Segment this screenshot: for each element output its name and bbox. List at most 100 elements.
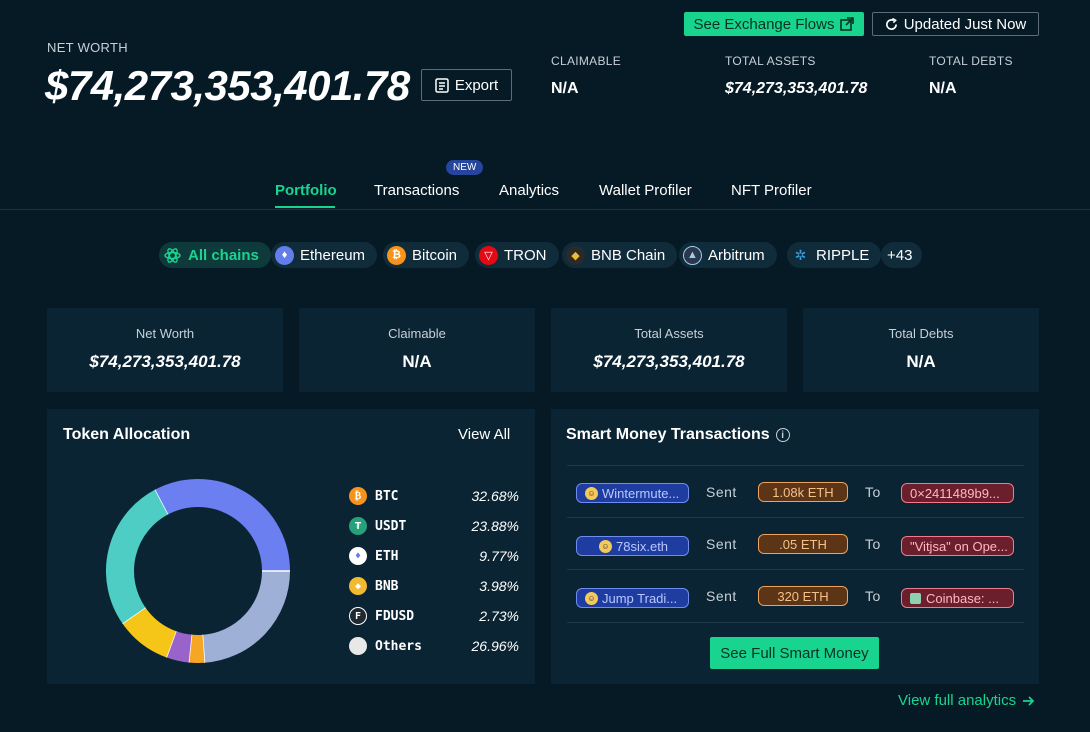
legend-label: Others	[375, 638, 422, 654]
to-entity-pill[interactable]: 0×2411489b9...	[901, 483, 1014, 503]
chain-chip-label: All chains	[188, 246, 259, 264]
stat-card-value: $74,273,353,401.78	[593, 352, 745, 371]
legend-item-usdt: ₮ USDT 23.88%	[349, 516, 519, 536]
chain-chip-all-chains[interactable]: All chains	[159, 242, 271, 268]
from-entity-pill[interactable]: ☺ Wintermute...	[576, 483, 689, 503]
chain-chip-label: TRON	[504, 246, 547, 264]
to-label: To	[865, 588, 881, 604]
info-icon[interactable]: i	[775, 428, 790, 442]
stat-card-claimable: Claimable N/A	[299, 308, 535, 392]
legend-value: 3.98%	[479, 578, 519, 594]
chain-chip-bnb-chain[interactable]: ◆ BNB Chain	[562, 242, 678, 268]
updated-label: Updated Just Now	[903, 15, 1027, 33]
from-entity-label: Jump Tradi...	[602, 590, 678, 606]
token-allocation-title: Token Allocation	[63, 426, 191, 443]
sent-label: Sent	[706, 484, 737, 500]
amount-pill[interactable]: .05 ETH	[758, 534, 848, 554]
document-icon	[435, 77, 449, 93]
stat-card-label: Total Assets	[634, 326, 704, 341]
see-exchange-flows-label: See Exchange Flows	[693, 15, 835, 33]
external-link-icon	[840, 17, 855, 31]
chain-chip-label: +43	[887, 246, 913, 264]
chain-chip-ethereum[interactable]: ♦ Ethereum	[271, 242, 378, 268]
view-full-analytics-link[interactable]: View full analytics	[898, 692, 1035, 709]
see-full-smart-money-button[interactable]: See Full Smart Money	[710, 637, 879, 669]
stat-card-value: $74,273,353,401.78	[89, 352, 241, 371]
export-button[interactable]: Export	[421, 69, 512, 101]
see-full-smart-money-label: See Full Smart Money	[720, 644, 869, 662]
smart-money-row: ☺ 78six.eth Sent .05 ETH To "Vitjsa" on O…	[567, 517, 1024, 569]
chain-chip-more[interactable]: +43	[881, 242, 923, 268]
stat-card-net-worth: Net Worth $74,273,353,401.78	[47, 308, 283, 392]
donut-slice-eth	[122, 606, 177, 658]
legend-item-others: Others 26.96%	[349, 636, 519, 656]
tab-portfolio[interactable]: Portfolio	[275, 182, 337, 199]
amount-pill[interactable]: 1.08k ETH	[758, 482, 848, 502]
donut-slice-usdt	[201, 570, 290, 663]
stat-card-label: Claimable	[388, 326, 446, 341]
tab-transactions[interactable]: Transactions	[374, 182, 459, 199]
usdt-icon: ₮	[349, 517, 367, 535]
net-worth-value: $74,273,353,401.78	[45, 62, 410, 109]
tab-wallet-profiler[interactable]: Wallet Profiler	[599, 182, 692, 199]
chain-chip-arbitrum[interactable]: ▲ Arbitrum	[679, 242, 777, 268]
others-icon	[349, 637, 367, 655]
from-entity-label: 78six.eth	[616, 538, 669, 554]
legend-item-fdusd: F FDUSD 2.73%	[349, 606, 519, 626]
stat-card-total-debts: Total Debts N/A	[803, 308, 1039, 392]
tab-nft-profiler[interactable]: NFT Profiler	[731, 182, 812, 199]
new-badge: NEW	[446, 160, 484, 175]
legend-label: BTC	[375, 488, 399, 504]
tab-analytics[interactable]: Analytics	[499, 182, 559, 199]
amount-pill[interactable]: 320 ETH	[758, 586, 848, 606]
stat-card-total-assets: Total Assets $74,273,353,401.78	[551, 308, 787, 392]
stat-card-value: N/A	[906, 352, 936, 371]
view-full-analytics-label: View full analytics	[898, 692, 1017, 709]
legend-item-eth: ♦ ETH 9.77%	[349, 546, 519, 566]
stat-card-value: N/A	[402, 352, 432, 371]
legend-value: 2.73%	[479, 608, 519, 624]
view-all-link[interactable]: View All	[458, 426, 510, 443]
ripple-icon: ✲	[794, 246, 807, 263]
from-entity-pill[interactable]: ☺ 78six.eth	[576, 536, 689, 556]
smart-money-row: ☺ Wintermute... Sent 1.08k ETH To 0×24114…	[567, 465, 1024, 517]
legend-item-bnb: ◆ BNB 3.98%	[349, 576, 519, 596]
bnb-icon: ◆	[349, 577, 367, 595]
bnb-icon: ◆	[566, 245, 585, 265]
legend-item-btc: ₿ BTC 32.68%	[349, 486, 519, 506]
chain-chip-label: Bitcoin	[412, 246, 458, 264]
to-label: To	[865, 484, 881, 500]
donut-slice-bnb	[166, 630, 192, 663]
header-stat-label: TOTAL DEBTS	[929, 54, 1013, 68]
see-exchange-flows-button[interactable]: See Exchange Flows	[684, 12, 864, 36]
to-entity-pill[interactable]: "Vitjsa" on Ope...	[901, 536, 1014, 556]
chain-chip-bitcoin[interactable]: ₿ Bitcoin	[383, 242, 470, 268]
header-stat-label: CLAIMABLE	[551, 54, 622, 68]
header-stat-claimable: CLAIMABLE N/A	[551, 54, 621, 98]
header-stat-value: $74,273,353,401.78	[725, 80, 868, 97]
fdusd-icon: F	[349, 607, 367, 625]
updated-just-now-button[interactable]: Updated Just Now	[872, 12, 1039, 36]
ethereum-icon: ♦	[275, 245, 294, 265]
to-entity-label: Coinbase: ...	[926, 590, 999, 606]
net-worth-label: NET WORTH	[47, 40, 128, 55]
coinbase-icon	[910, 592, 921, 604]
btc-icon: ₿	[349, 487, 367, 505]
legend-value: 32.68%	[471, 488, 519, 504]
header-stat-value: N/A	[929, 80, 957, 97]
entity-avatar-icon: ☺	[585, 591, 598, 605]
arbitrum-icon: ▲	[683, 245, 702, 265]
chain-chip-tron[interactable]: ▽ TRON	[475, 242, 559, 268]
sent-label: Sent	[706, 588, 737, 604]
legend-label: BNB	[375, 578, 399, 594]
to-entity-pill[interactable]: Coinbase: ...	[901, 588, 1014, 608]
smart-money-title-text: Smart Money Transactions	[566, 426, 770, 443]
chain-chip-label: BNB Chain	[591, 246, 666, 264]
stat-card-label: Net Worth	[135, 326, 195, 341]
legend-label: USDT	[375, 518, 407, 534]
header-stat-total-assets: TOTAL ASSETS $74,273,353,401.78	[725, 54, 867, 98]
tab-bar: Portfolio NEW Transactions Analytics Wal…	[0, 160, 1090, 210]
from-entity-pill[interactable]: ☺ Jump Tradi...	[576, 588, 689, 608]
chain-chip-ripple[interactable]: ✲ RIPPLE	[787, 242, 882, 268]
entity-avatar-icon: ☺	[599, 539, 612, 553]
